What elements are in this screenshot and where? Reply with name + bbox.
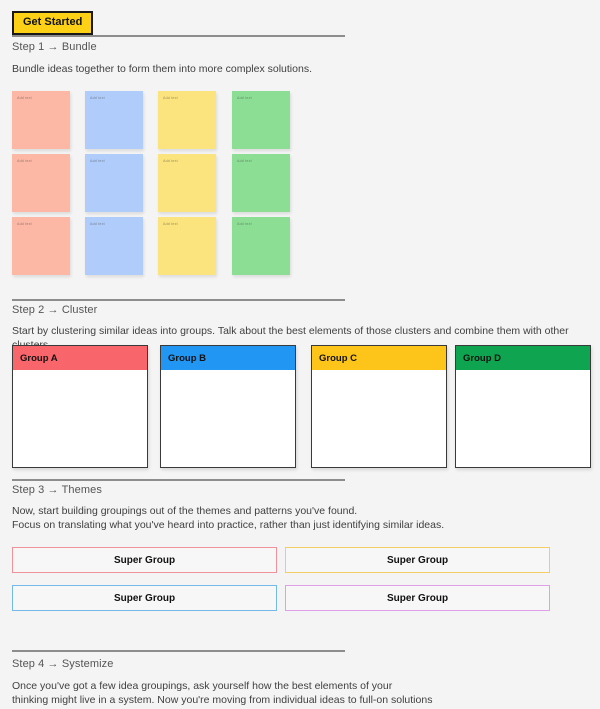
sticky-note-placeholder: Add text xyxy=(17,96,32,100)
sticky-note-placeholder: Add text xyxy=(90,222,105,226)
group-card-title: Group A xyxy=(20,352,58,364)
super-group-label: Super Group xyxy=(113,592,176,604)
sticky-note[interactable]: Add text xyxy=(85,91,143,149)
group-card[interactable]: Group C xyxy=(311,345,447,468)
sticky-note[interactable]: Add text xyxy=(232,217,290,275)
super-group-label: Super Group xyxy=(113,554,176,566)
group-card-title: Group C xyxy=(319,352,357,364)
divider-step-1 xyxy=(12,35,345,37)
divider-step-3 xyxy=(12,479,345,481)
sticky-note[interactable]: Add text xyxy=(12,217,70,275)
sticky-note-placeholder: Add text xyxy=(163,96,178,100)
sticky-note[interactable]: Add text xyxy=(158,91,216,149)
sticky-note[interactable]: Add text xyxy=(85,217,143,275)
super-group-box[interactable]: Super Group xyxy=(285,547,550,573)
super-group-label: Super Group xyxy=(386,592,449,604)
step-4-body: Once you've got a few idea groupings, as… xyxy=(12,680,433,706)
super-group-box[interactable]: Super Group xyxy=(12,585,277,611)
sticky-note-placeholder: Add text xyxy=(17,159,32,163)
sticky-note-placeholder: Add text xyxy=(237,222,252,226)
sticky-note[interactable]: Add text xyxy=(158,217,216,275)
sticky-note-placeholder: Add text xyxy=(163,222,178,226)
step-1-body: Bundle ideas together to form them into … xyxy=(12,63,312,75)
sticky-note[interactable]: Add text xyxy=(12,91,70,149)
step-3-body: Now, start building groupings out of the… xyxy=(12,505,445,531)
divider-step-4 xyxy=(12,650,345,652)
step-1-label: Step 1 → Bundle xyxy=(12,41,97,53)
sticky-note[interactable]: Add text xyxy=(12,154,70,212)
group-card[interactable]: Group D xyxy=(455,345,591,468)
sticky-note-placeholder: Add text xyxy=(163,159,178,163)
sticky-note-placeholder: Add text xyxy=(17,222,32,226)
whiteboard-canvas: Get Started Step 1 → Bundle Bundle ideas… xyxy=(0,0,600,709)
sticky-note-placeholder: Add text xyxy=(237,159,252,163)
super-group-box[interactable]: Super Group xyxy=(285,585,550,611)
step-3-label: Step 3 → Themes xyxy=(12,484,102,496)
sticky-note-placeholder: Add text xyxy=(90,159,105,163)
super-group-label: Super Group xyxy=(386,554,449,566)
group-card-header: Group B xyxy=(161,346,295,370)
sticky-note[interactable]: Add text xyxy=(158,154,216,212)
group-card-header: Group D xyxy=(456,346,590,370)
group-card[interactable]: Group A xyxy=(12,345,148,468)
group-card-header: Group A xyxy=(13,346,147,370)
group-card[interactable]: Group B xyxy=(160,345,296,468)
group-card-title: Group D xyxy=(463,352,501,364)
group-card-title: Group B xyxy=(168,352,206,364)
sticky-note[interactable]: Add text xyxy=(232,154,290,212)
get-started-button[interactable]: Get Started xyxy=(12,11,94,35)
step-4-label: Step 4 → Systemize xyxy=(12,658,114,670)
group-card-header: Group C xyxy=(312,346,446,370)
sticky-note[interactable]: Add text xyxy=(232,91,290,149)
step-2-label: Step 2 → Cluster xyxy=(12,304,98,316)
sticky-note[interactable]: Add text xyxy=(85,154,143,212)
super-group-box[interactable]: Super Group xyxy=(12,547,277,573)
divider-step-2 xyxy=(12,299,345,301)
sticky-note-placeholder: Add text xyxy=(237,96,252,100)
sticky-note-placeholder: Add text xyxy=(90,96,105,100)
